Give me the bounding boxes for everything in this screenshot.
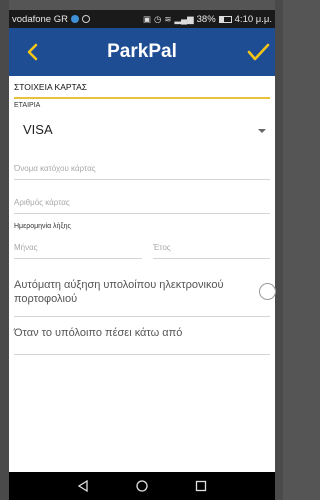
- battery-percent: 38%: [196, 13, 216, 25]
- wifi-icon: ≋: [164, 13, 172, 24]
- dropdown-arrow-icon[interactable]: [258, 129, 266, 133]
- card-form: ΣΤΟΙΧΕΙΑ ΚΑΡΤΑΣ ΕΤΑΙΡΙΑ VISA Όνομα κατόχ…: [9, 76, 276, 472]
- expiry-month-underline: [14, 258, 142, 259]
- card-number-underline: [14, 213, 270, 214]
- company-select[interactable]: VISA: [23, 122, 53, 137]
- battery-fill: [219, 16, 224, 22]
- alarm-icon: ◷: [153, 13, 162, 24]
- expiry-year-field[interactable]: Έτος: [153, 243, 171, 252]
- expiry-year-underline: [153, 258, 270, 259]
- circle-home-icon[interactable]: [135, 479, 149, 493]
- cardholder-name-underline: [14, 179, 270, 180]
- clock: 4:10 μ.μ.: [234, 13, 272, 25]
- status-left: vodafone GR: [12, 14, 90, 25]
- auto-topup-radio[interactable]: [259, 283, 276, 300]
- auto-topup-label: Αυτόματη αύξηση υπολοίπου ηλεκτρονικού π…: [14, 279, 224, 305]
- carrier-name: vodafone GR: [12, 13, 68, 25]
- auto-topup-divider: [14, 316, 270, 317]
- chevron-left-icon: [27, 43, 38, 61]
- device-frame-left: [0, 0, 9, 500]
- app-header: ParkPal: [9, 28, 275, 76]
- system-nav-bar: [9, 472, 275, 500]
- card-number-field[interactable]: Αριθμός κάρτας: [14, 198, 70, 207]
- cardholder-name-field[interactable]: Όνομα κατόχου κάρτας: [14, 164, 96, 173]
- section-divider: [14, 97, 270, 99]
- signal-icon: ▂▄▆: [174, 13, 194, 24]
- triangle-back-icon[interactable]: [76, 479, 90, 493]
- section-title: ΣΤΟΙΧΕΙΑ ΚΑΡΤΑΣ: [14, 82, 88, 92]
- nfc-icon: ▣: [142, 13, 151, 24]
- threshold-field[interactable]: Όταν το υπόλοιπο πέσει κάτω από: [14, 327, 182, 339]
- square-recents-icon[interactable]: [194, 479, 208, 493]
- status-bar: vodafone GR ▣ ◷ ≋ ▂▄▆ 38% 4:10 μ.μ.: [9, 10, 275, 28]
- expiry-month-field[interactable]: Μήνας: [14, 243, 38, 252]
- status-right: ▣ ◷ ≋ ▂▄▆ 38% 4:10 μ.μ.: [143, 14, 272, 25]
- threshold-underline: [14, 354, 270, 355]
- page-title: ParkPal: [107, 41, 177, 62]
- sync-icon: [81, 15, 90, 23]
- back-button[interactable]: [21, 40, 45, 64]
- company-label: ΕΤΑΙΡΙΑ: [14, 102, 41, 109]
- save-button[interactable]: [245, 39, 271, 65]
- expiry-label: Ημερομηνία λήξης: [14, 223, 71, 230]
- check-icon: [247, 43, 270, 61]
- device-frame-right: [275, 0, 283, 500]
- battery-icon: [218, 15, 232, 23]
- notification-icon: [70, 15, 79, 23]
